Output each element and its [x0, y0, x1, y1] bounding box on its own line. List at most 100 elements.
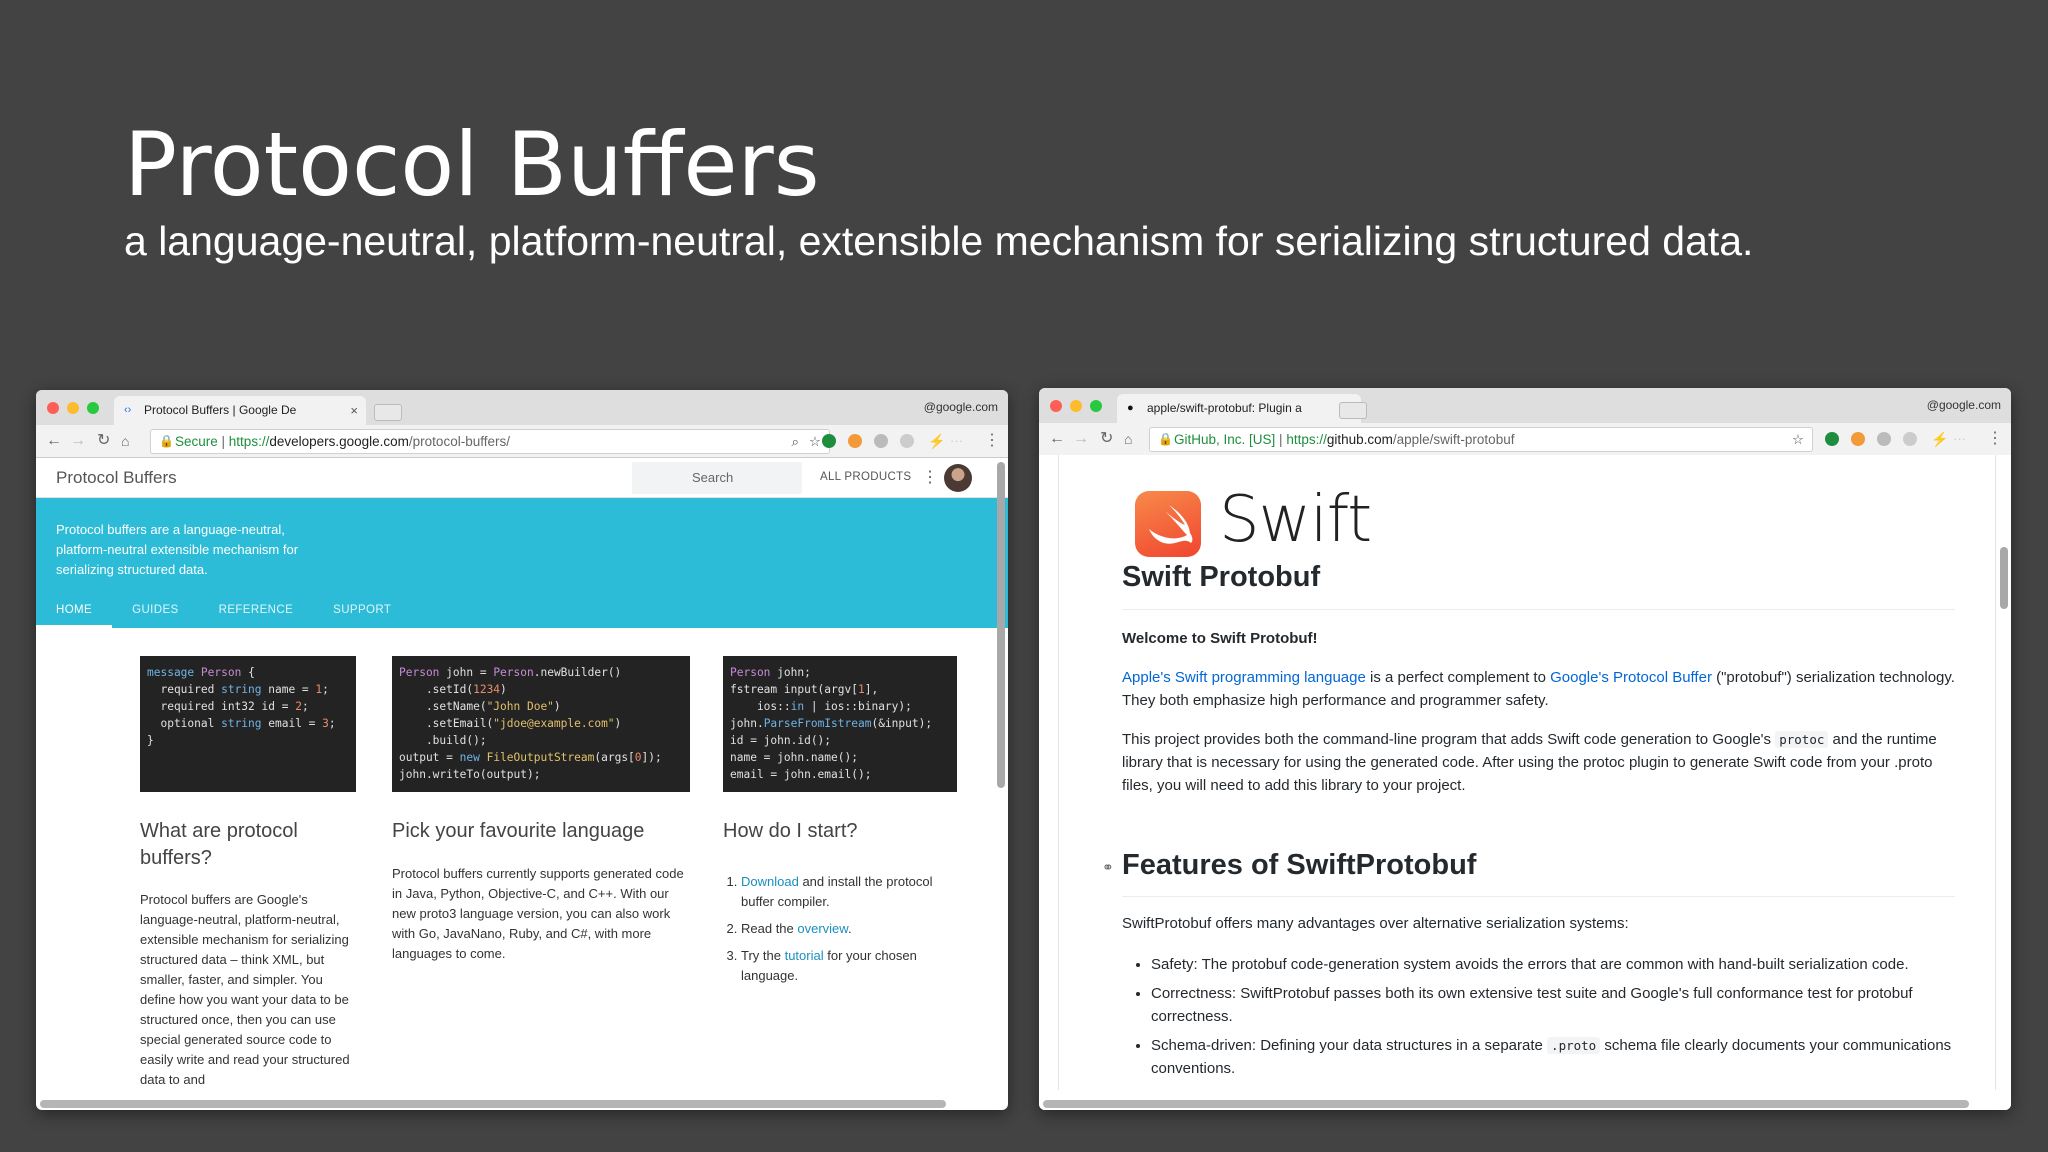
tab-close-icon[interactable]: × — [350, 396, 358, 425]
paragraph-text: is a perfect complement to — [1365, 669, 1551, 686]
extension-bolt-icon[interactable]: ⚡ — [1931, 429, 1948, 449]
certificate-label: GitHub, Inc. [US] — [1174, 432, 1276, 447]
browser-menu-icon[interactable]: ⋮ — [984, 431, 1000, 451]
divider — [1122, 609, 1955, 610]
features-list: Safety: The protobuf code-generation sys… — [1151, 953, 1955, 1086]
project-paragraph: This project provides both the command-l… — [1122, 728, 1955, 797]
profile-account[interactable]: @google.com — [1927, 398, 2001, 412]
site-header: Protocol Buffers ⌕ Search ALL PRODUCTS ⋮ — [36, 458, 1008, 498]
col1-text: Protocol buffers are Google's language-n… — [140, 892, 350, 1087]
list-item: Safety: The protobuf code-generation sys… — [1151, 953, 1955, 976]
overview-link[interactable]: overview — [797, 921, 848, 936]
minimize-window-button[interactable] — [67, 402, 79, 414]
avatar[interactable] — [944, 464, 972, 492]
bookmark-star-icon[interactable]: ☆ — [1792, 428, 1804, 451]
browser-menu-icon[interactable]: ⋮ — [1987, 429, 2003, 449]
browser-tab[interactable]: ● apple/swift-protobuf: Plugin a × — [1117, 394, 1361, 423]
extension-more-icon[interactable]: ··· — [1953, 429, 1966, 449]
extension-shield-icon[interactable] — [1825, 432, 1839, 446]
site-brand[interactable]: Protocol Buffers — [56, 468, 177, 488]
minimize-window-button[interactable] — [1070, 400, 1082, 412]
forward-arrow-icon[interactable]: → — [70, 431, 86, 451]
extension-more-icon[interactable]: ··· — [950, 431, 963, 451]
code-sample-cpp: Person john; fstream input(argv[1], ios:… — [723, 656, 957, 792]
features-intro: SwiftProtobuf offers many advantages ove… — [1122, 915, 1629, 932]
browser-toolbar: ← → ↻ ⌂ 🔒 GitHub, Inc. [US] | https://git… — [1039, 423, 2011, 456]
search-input[interactable]: Search — [632, 462, 802, 494]
new-tab-button[interactable] — [1339, 402, 1367, 419]
zoom-icon[interactable]: ⌕ — [791, 430, 799, 453]
code-sample-java: Person john = Person.newBuilder() .setId… — [392, 656, 690, 792]
extension-cloud-icon[interactable] — [1903, 432, 1917, 446]
col1-heading: What are protocol buffers? — [140, 820, 298, 869]
inline-code: protoc — [1775, 731, 1829, 748]
browser-tab[interactable]: ‹› Protocol Buffers | Google De × — [114, 396, 366, 425]
lock-icon: 🔒 — [159, 434, 174, 448]
url-host: github.com — [1326, 432, 1393, 447]
tab-home[interactable]: HOME — [36, 592, 113, 628]
hero-banner: Protocol buffers are a language-neutral,… — [36, 498, 1008, 628]
reload-icon[interactable]: ↻ — [1100, 429, 1113, 449]
slide-title: Protocol Buffers — [124, 113, 820, 216]
horizontal-scrollbar[interactable] — [40, 1100, 946, 1108]
slide-subtitle: a language-neutral, platform-neutral, ex… — [124, 218, 1754, 264]
home-icon[interactable]: ⌂ — [121, 431, 129, 451]
back-arrow-icon[interactable]: ← — [46, 431, 62, 451]
swift-logo-word: Swift — [1219, 483, 1372, 557]
bookmark-star-icon[interactable]: ☆ — [809, 430, 821, 453]
extension-diamond-icon[interactable] — [874, 434, 888, 448]
url-scheme: https:// — [228, 434, 270, 449]
developers-favicon-icon: ‹› — [124, 404, 132, 416]
home-icon[interactable]: ⌂ — [1124, 429, 1132, 449]
back-arrow-icon[interactable]: ← — [1049, 429, 1065, 449]
address-bar[interactable]: 🔒 GitHub, Inc. [US] | https://github.com/… — [1149, 427, 1813, 452]
close-window-button[interactable] — [1050, 400, 1062, 412]
close-window-button[interactable] — [47, 402, 59, 414]
vertical-scrollbar[interactable] — [2000, 547, 2008, 609]
extension-orange-icon[interactable] — [1851, 432, 1865, 446]
intro-paragraph: Apple's Swift programming language is a … — [1122, 666, 1955, 712]
forward-arrow-icon[interactable]: → — [1073, 429, 1089, 449]
hero-text: Protocol buffers are a language-neutral,… — [56, 522, 299, 577]
protocol-buffer-link[interactable]: Google's Protocol Buffer — [1550, 669, 1712, 686]
tutorial-link[interactable]: tutorial — [785, 948, 824, 963]
horizontal-scrollbar[interactable] — [1043, 1100, 1969, 1108]
lock-icon: 🔒 — [1158, 432, 1173, 446]
url-host: developers.google.com — [269, 434, 409, 449]
col2-heading: Pick your favourite language — [392, 820, 645, 842]
col2-text: Protocol buffers currently supports gene… — [392, 866, 684, 961]
code-sample-proto: message Person { required string name = … — [140, 656, 356, 792]
swift-logo-icon — [1135, 491, 1201, 557]
address-bar[interactable]: 🔒 Secure | https://developers.google.com/… — [150, 429, 830, 454]
download-link[interactable]: Download — [741, 874, 799, 889]
all-products-button[interactable]: ALL PRODUCTS — [820, 471, 911, 483]
swift-language-link[interactable]: Apple's Swift programming language — [1122, 669, 1366, 686]
page-content: Swift Swift Protobuf Welcome to Swift Pr… — [1039, 455, 2011, 1110]
extension-shield-icon[interactable] — [822, 434, 836, 448]
tab-guides[interactable]: GUIDES — [112, 592, 199, 628]
extension-diamond-icon[interactable] — [1877, 432, 1891, 446]
maximize-window-button[interactable] — [87, 402, 99, 414]
browser-toolbar: ← → ↻ ⌂ 🔒 Secure | https://developers.goo… — [36, 425, 1008, 458]
profile-account[interactable]: @google.com — [924, 400, 998, 414]
tab-support[interactable]: SUPPORT — [313, 592, 411, 628]
more-options-icon[interactable]: ⋮ — [922, 467, 938, 487]
divider — [1122, 896, 1955, 897]
extension-orange-icon[interactable] — [848, 434, 862, 448]
anchor-link-icon[interactable]: ⚭ — [1102, 859, 1114, 876]
tab-bar: ‹› Protocol Buffers | Google De × @googl… — [36, 390, 1008, 425]
github-favicon-icon: ● — [1127, 402, 1134, 414]
welcome-bold: Welcome to Swift Protobuf! — [1122, 630, 1318, 647]
step-text: . — [847, 921, 852, 936]
welcome-text: Welcome to Swift Protobuf! — [1122, 627, 1955, 650]
tab-reference[interactable]: REFERENCE — [199, 592, 314, 628]
step-text: Try the — [741, 948, 785, 963]
extension-bolt-icon[interactable]: ⚡ — [928, 431, 945, 451]
vertical-scrollbar[interactable] — [997, 462, 1005, 788]
new-tab-button[interactable] — [374, 404, 402, 421]
col3-heading: How do I start? — [723, 820, 858, 842]
maximize-window-button[interactable] — [1090, 400, 1102, 412]
extension-cloud-icon[interactable] — [900, 434, 914, 448]
start-steps: Download and install the protocol buffer… — [723, 872, 933, 993]
reload-icon[interactable]: ↻ — [97, 431, 110, 451]
